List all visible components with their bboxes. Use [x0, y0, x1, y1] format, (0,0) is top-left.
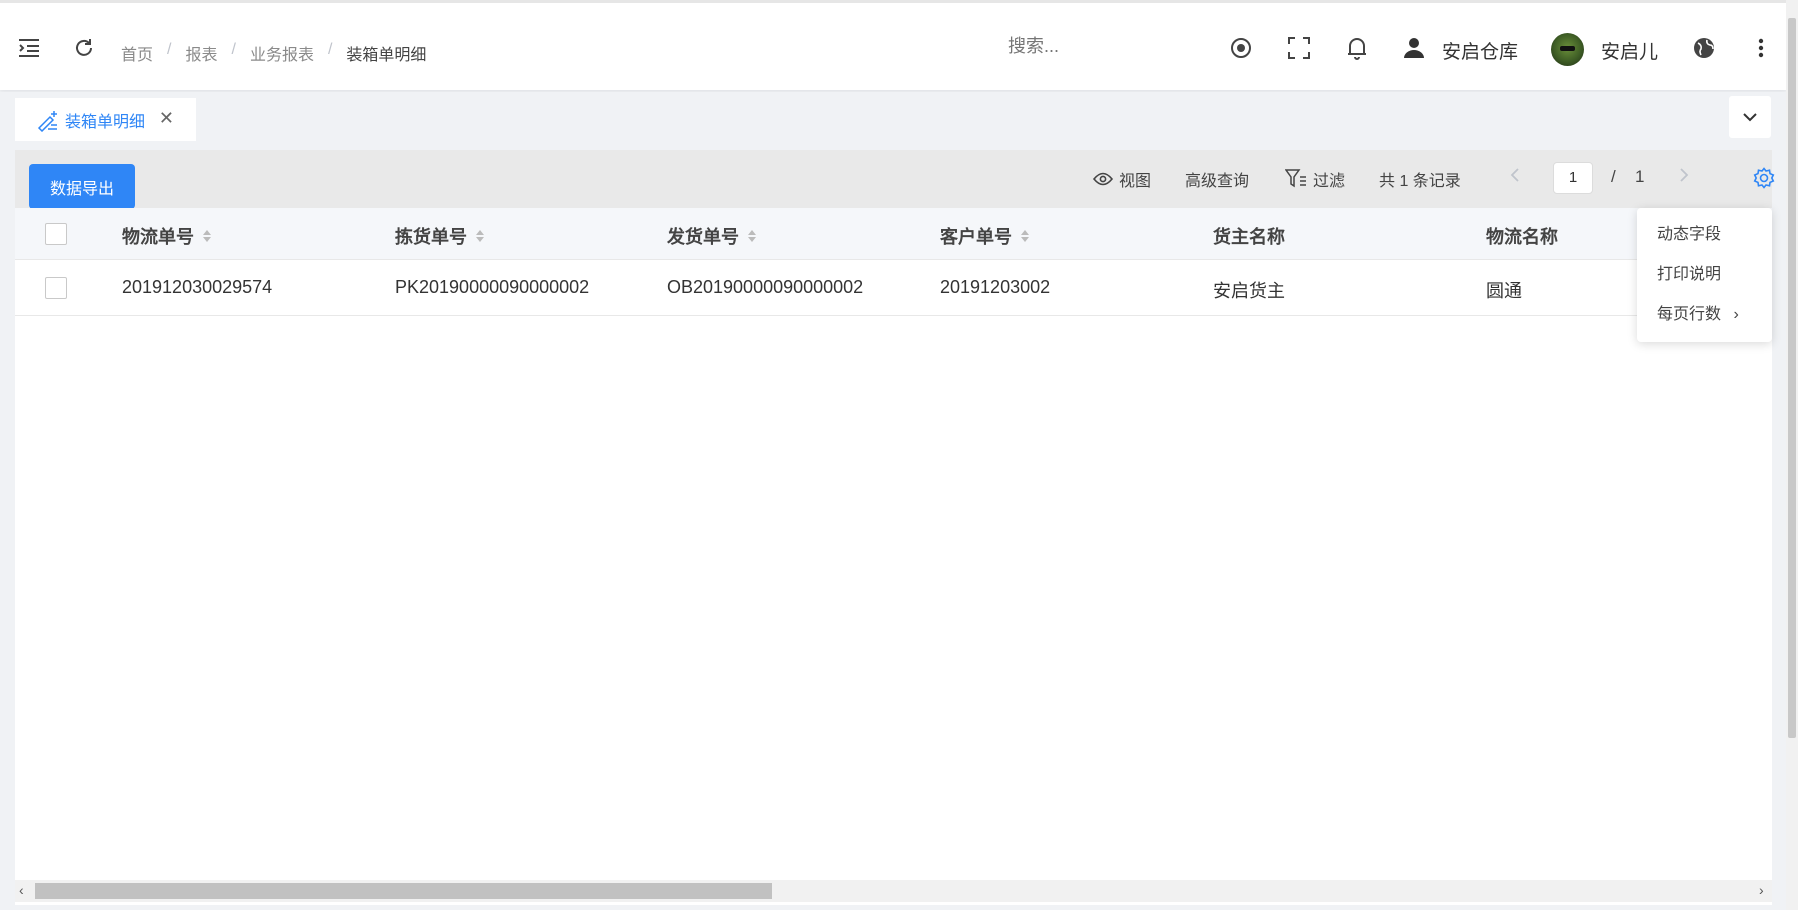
- chevron-down-icon[interactable]: [1729, 96, 1771, 138]
- cell-shipping-no: OB20190000090000002: [667, 277, 864, 297]
- total-pages: 1: [1635, 167, 1645, 186]
- menu-item-rows-per-page[interactable]: 每页行数 ›: [1637, 302, 1772, 342]
- horizontal-scroll-thumb[interactable]: [35, 883, 772, 899]
- warehouse-name[interactable]: 安启仓库: [1442, 37, 1518, 64]
- scroll-left-icon[interactable]: ‹: [19, 882, 24, 898]
- top-header: 首页 / 报表 / 业务报表 / 装箱单明细 安启仓库 安启儿: [0, 0, 1786, 90]
- filter-button[interactable]: 过滤: [1285, 167, 1345, 191]
- page-separator: /: [1611, 167, 1616, 186]
- refresh-icon[interactable]: [71, 35, 97, 61]
- table-header: 物流单号 拣货单号 发货单号 客户单号 货主名称 物流名称: [15, 208, 1772, 260]
- sort-icon[interactable]: [748, 230, 756, 242]
- user-icon: [1401, 35, 1427, 61]
- cell-logistics-no: 201912030029574: [122, 277, 273, 297]
- advanced-query-button[interactable]: 高级查询: [1185, 167, 1249, 191]
- column-label: 物流单号: [122, 227, 194, 247]
- scroll-right-icon[interactable]: ›: [1759, 882, 1764, 898]
- table-toolbar: 数据导出 视图 高级查询 过滤 共 1 条记录 1 / 1: [15, 150, 1775, 209]
- gear-icon[interactable]: [1753, 167, 1781, 189]
- search-input[interactable]: [1008, 36, 1158, 57]
- username[interactable]: 安启儿: [1601, 37, 1658, 64]
- settings-dropdown: 动态字段 打印说明 每页行数 ›: [1637, 208, 1772, 342]
- more-vertical-icon[interactable]: [1748, 35, 1774, 61]
- filter-icon: [1285, 169, 1306, 188]
- column-label: 客户单号: [940, 227, 1012, 247]
- filter-label: 过滤: [1313, 173, 1346, 190]
- column-header-logistics-name: 物流名称: [1486, 223, 1558, 249]
- column-header-logistics-no[interactable]: 物流单号: [122, 223, 211, 249]
- chevron-right-icon: ›: [1733, 306, 1739, 323]
- cell-logistics-name: 圆通: [1486, 281, 1522, 301]
- row-checkbox[interactable]: [45, 277, 67, 299]
- breadcrumb-separator: /: [231, 41, 236, 58]
- column-header-owner-name: 货主名称: [1213, 223, 1285, 249]
- column-label: 发货单号: [667, 227, 739, 247]
- tab-label: 装箱单明细: [65, 113, 146, 131]
- menu-item-print-instructions[interactable]: 打印说明: [1637, 262, 1772, 302]
- vertical-scrollbar[interactable]: [1786, 0, 1798, 910]
- breadcrumb-separator: /: [167, 41, 172, 58]
- menu-item-dynamic-fields[interactable]: 动态字段: [1637, 222, 1772, 262]
- edit-pen-icon: [35, 108, 59, 132]
- target-icon[interactable]: [1228, 35, 1254, 61]
- bell-icon[interactable]: [1344, 35, 1370, 61]
- breadcrumb-current: 装箱单明细: [346, 47, 427, 64]
- globe-icon[interactable]: [1691, 35, 1717, 61]
- record-count-text: 共 1 条记录: [1379, 173, 1461, 190]
- menu-fold-icon[interactable]: [16, 35, 42, 61]
- horizontal-scrollbar[interactable]: ‹ ›: [15, 880, 1772, 902]
- column-label: 货主名称: [1213, 227, 1285, 247]
- column-header-picking-no[interactable]: 拣货单号: [395, 223, 484, 249]
- column-header-customer-no[interactable]: 客户单号: [940, 223, 1029, 249]
- record-count: 共 1 条记录: [1379, 167, 1461, 191]
- column-label: 物流名称: [1486, 227, 1558, 247]
- table-row[interactable]: 201912030029574 PK20190000090000002 OB20…: [15, 260, 1772, 316]
- chevron-left-icon[interactable]: [1510, 167, 1526, 183]
- tab-bar: 装箱单明细 ✕: [0, 92, 1786, 150]
- breadcrumb-reports[interactable]: 报表: [185, 41, 217, 65]
- chevron-right-icon[interactable]: [1679, 167, 1695, 183]
- breadcrumb-business-reports[interactable]: 业务报表: [250, 41, 314, 65]
- sort-icon[interactable]: [1021, 230, 1029, 242]
- menu-item-label: 每页行数: [1657, 306, 1722, 323]
- vertical-scroll-thumb[interactable]: [1788, 18, 1796, 738]
- fullscreen-icon[interactable]: [1286, 35, 1312, 61]
- cell-owner-name: 安启货主: [1213, 281, 1285, 301]
- tab-packing-list-detail[interactable]: 装箱单明细 ✕: [15, 98, 196, 141]
- sort-icon[interactable]: [203, 230, 211, 242]
- view-label: 视图: [1119, 173, 1152, 190]
- eye-icon: [1093, 172, 1113, 186]
- sort-icon[interactable]: [476, 230, 484, 242]
- column-header-shipping-no[interactable]: 发货单号: [667, 223, 756, 249]
- close-icon[interactable]: ✕: [159, 108, 174, 129]
- cell-picking-no: PK20190000090000002: [395, 277, 590, 297]
- avatar[interactable]: [1551, 33, 1584, 66]
- column-label: 拣货单号: [395, 227, 467, 247]
- breadcrumb-home[interactable]: 首页: [121, 41, 153, 65]
- breadcrumb-separator: /: [327, 41, 333, 58]
- page-number-input[interactable]: 1: [1553, 162, 1593, 194]
- select-all-checkbox[interactable]: [45, 223, 67, 245]
- cell-customer-no: 20191203002: [940, 277, 1051, 297]
- breadcrumb: 首页 / 报表 / 业务报表 / 装箱单明细: [121, 41, 426, 65]
- view-button[interactable]: 视图: [1093, 167, 1151, 191]
- advanced-query-label: 高级查询: [1185, 173, 1250, 190]
- export-data-button[interactable]: 数据导出: [29, 164, 135, 209]
- main-panel: 数据导出 视图 高级查询 过滤 共 1 条记录 1 / 1 物流单号 拣货单号 …: [15, 150, 1775, 905]
